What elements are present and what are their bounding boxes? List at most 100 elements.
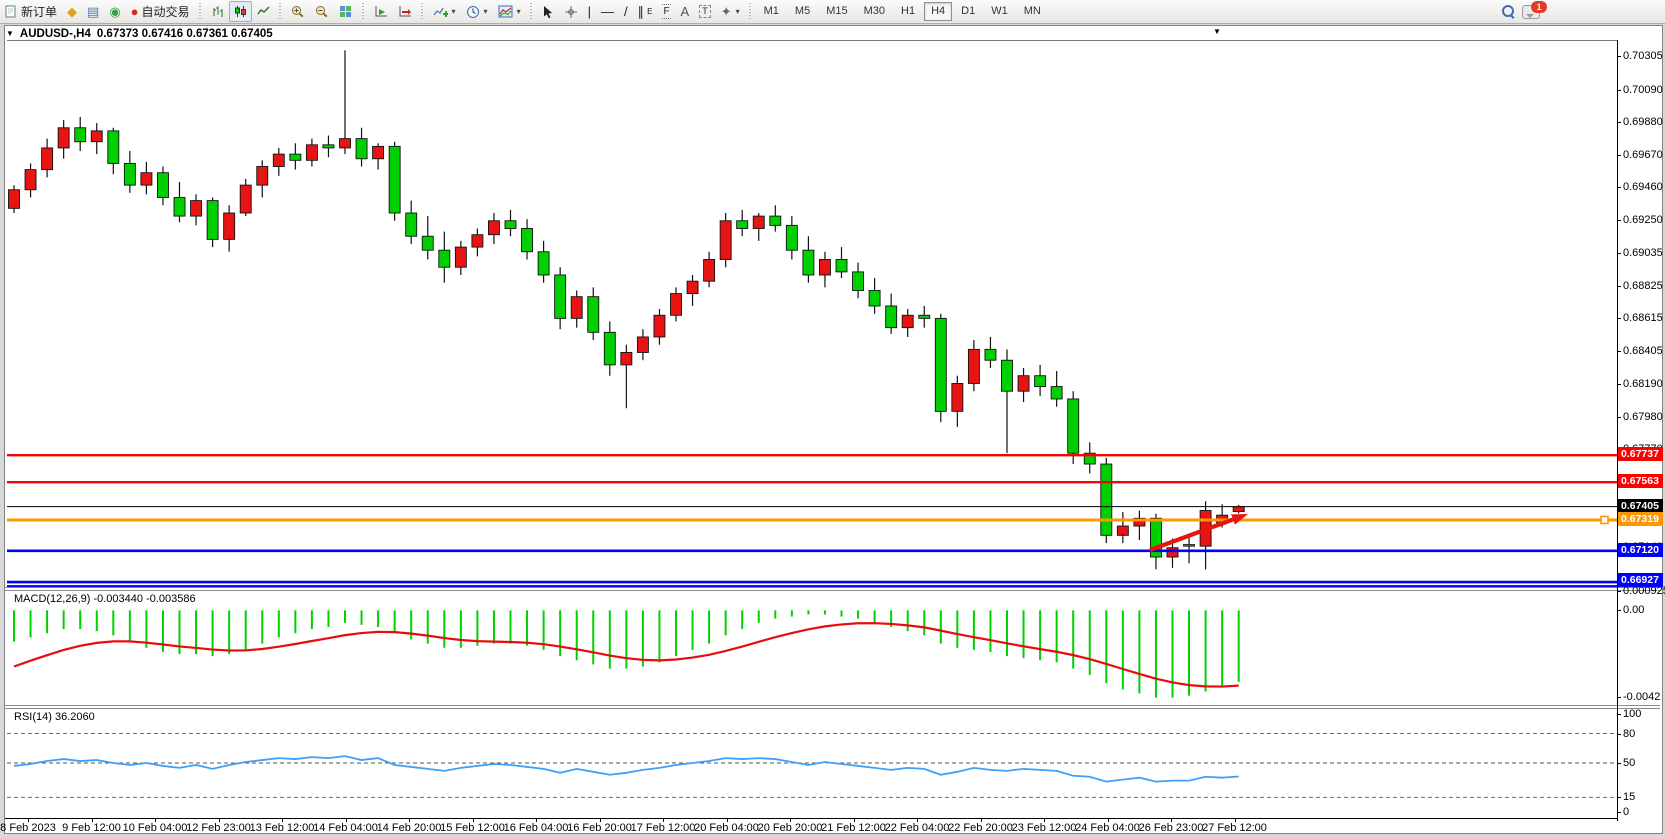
toolbar-right-group: 1 [1502,0,1540,23]
candle [141,173,152,185]
candle [257,167,268,186]
price-axis-label: 0.67980 [1623,411,1663,423]
price-axis-label: 0.68615 [1623,312,1663,324]
data-window-button[interactable]: ▤ [82,1,104,22]
new-order-label: 新订单 [21,3,57,20]
templates-button[interactable]: ▾ [493,1,526,22]
crosshair-button[interactable] [559,1,583,22]
trendline-button[interactable]: / [619,1,633,22]
macd-axis-label: 0.00 [1623,604,1644,616]
timeframe-button-M30[interactable]: M30 [857,2,892,21]
symbol-period-label: AUDUSD-,H4 [20,28,91,40]
price-axis-label: 0.70305 [1623,50,1663,62]
arrows-icon: ✦ [721,5,732,18]
market-watch-button[interactable]: ◆ [62,1,82,22]
candle [488,221,499,235]
price-axis-label: 0.69460 [1623,181,1663,193]
main-toolbar: 新订单 ◆ ▤ ◉ ● 自动交易 [0,0,1665,24]
candle [555,275,566,318]
candlestick-chart-button[interactable] [229,1,252,22]
bar-chart-icon [211,5,224,18]
text-label-icon: T [699,5,711,18]
zoom-in-button[interactable] [286,1,310,22]
price-axis-label: 0.70090 [1623,84,1663,96]
chart-shift-button[interactable] [393,1,417,22]
candle [1018,376,1029,391]
candle [9,190,20,209]
candle [439,250,450,267]
candle [770,216,781,225]
periods-clock-icon [466,5,480,19]
macd-pane[interactable] [7,591,1617,705]
chart-menu-arrow-icon[interactable]: ▼ [1213,27,1221,36]
periods-button[interactable]: ▾ [461,1,493,22]
candle [174,198,185,217]
zoom-out-button[interactable] [310,1,334,22]
new-order-button[interactable]: 新订单 [0,1,62,22]
auto-scroll-button[interactable] [369,1,393,22]
price-axis-tick [1617,155,1621,156]
candle [1233,507,1244,512]
candle [422,236,433,250]
candle [753,216,764,228]
collapse-icon[interactable]: ▼ [6,29,14,38]
candle [207,201,218,240]
timeframe-button-W1[interactable]: W1 [984,2,1015,21]
level-handle[interactable] [1601,516,1608,523]
crosshair-icon [564,5,578,19]
new-order-icon [5,5,18,18]
timeframe-button-D1[interactable]: D1 [954,2,982,21]
vertical-line-button[interactable]: | [583,1,596,22]
timeframe-button-M1[interactable]: M1 [757,2,786,21]
candle [455,247,466,267]
mt4-application: 新订单 ◆ ▤ ◉ ● 自动交易 [0,0,1665,838]
search-icon[interactable] [1502,5,1515,18]
candle [621,352,632,364]
chat-icon[interactable]: 1 [1522,5,1540,19]
price-pane[interactable] [7,40,1617,588]
candle [902,315,913,327]
horizontal-line-button[interactable]: — [596,1,619,22]
candle [323,145,334,148]
candle [191,201,202,216]
price-axis-tick [1617,417,1621,418]
periods-caret-icon: ▾ [484,7,488,16]
equidistant-channel-button[interactable]: ∥E [633,1,658,22]
candle [1101,464,1112,535]
zoom-group [286,0,358,23]
tile-windows-button[interactable] [334,1,358,22]
candle [25,170,36,190]
macd-axis-label: 0.000925 [1623,585,1665,597]
rsi-axis-tick [1617,714,1621,715]
indicators-button[interactable]: ▾ [428,1,461,22]
chart-shift-icon [398,5,412,18]
indicators-caret-icon: ▾ [452,7,456,16]
rsi-axis-label: 100 [1623,708,1641,720]
price-tag: 0.67405 [1618,499,1663,513]
toolbar-separator [361,3,366,20]
candle [472,235,483,247]
timeframe-button-M5[interactable]: M5 [788,2,817,21]
candle [869,290,880,305]
rsi-pane[interactable] [7,709,1617,818]
timeframe-button-H1[interactable]: H1 [894,2,922,21]
arrows-button[interactable]: ✦▾ [716,1,745,22]
toolbar-separator [278,3,283,20]
cursor-button[interactable] [537,1,559,22]
signal-icon: ◉ [109,5,120,18]
candle [720,221,731,260]
text-button[interactable]: A [676,1,695,22]
timeframe-button-M15[interactable]: M15 [819,2,854,21]
signals-button[interactable]: ◉ [104,1,125,22]
autotrading-button[interactable]: ● 自动交易 [126,1,195,22]
text-label-button[interactable]: T [694,1,716,22]
candle [1051,387,1062,399]
line-chart-button[interactable] [252,1,275,22]
autotrading-icon: ● [131,5,139,18]
price-axis-tick [1617,253,1621,254]
timeframe-button-H4[interactable]: H4 [924,2,952,21]
trade-group: 新订单 ◆ ▤ ◉ ● 自动交易 [0,0,195,23]
timeframe-button-MN[interactable]: MN [1017,2,1048,21]
fibonacci-button[interactable]: F [657,1,675,22]
bar-chart-button[interactable] [206,1,229,22]
